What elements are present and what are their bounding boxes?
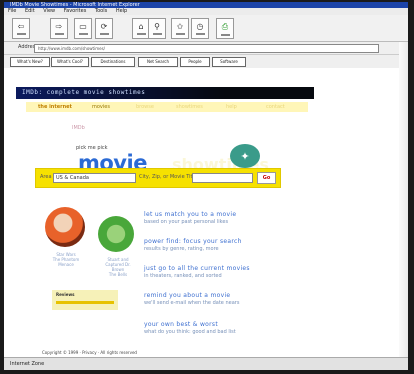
nav-showtimes[interactable]: showtimes <box>176 102 203 112</box>
promo-box[interactable]: Reviews <box>52 290 118 310</box>
area-label: Area <box>40 174 52 180</box>
menu-file[interactable]: File <box>8 8 16 14</box>
star-icon: ✩ <box>176 22 184 31</box>
link-destinations[interactable]: Destinations <box>91 57 135 67</box>
link-people[interactable]: People <box>180 57 210 67</box>
feature-heading[interactable]: your own best & worst <box>144 321 314 329</box>
link-whats-new[interactable]: What's New? <box>10 57 50 67</box>
featured-movie-image-1[interactable] <box>45 207 85 247</box>
site-logo[interactable]: IMDb <box>72 125 85 131</box>
search-icon: ⚲ <box>154 22 160 31</box>
featured-movie-caption-1[interactable]: Star Wars The Phantom Menace <box>48 252 84 267</box>
feature-best-worst[interactable]: your own best & worst what do you think:… <box>144 321 314 336</box>
feature-sub: results by genre, rating, more <box>144 246 219 252</box>
page-content: IMDb: complete movie showtimes the inter… <box>4 68 408 357</box>
refresh-button[interactable]: ⟳ <box>95 18 113 39</box>
link-software[interactable]: Software <box>212 57 246 67</box>
stop-button[interactable]: ▭ <box>74 18 92 39</box>
nav-browse[interactable]: browse <box>136 102 154 112</box>
print-icon: ⎙ <box>221 21 229 31</box>
back-arrow-icon: ⇦ <box>17 22 25 31</box>
scrollbar[interactable] <box>399 42 408 357</box>
refresh-icon: ⟳ <box>100 22 108 31</box>
site-banner: IMDb: complete movie showtimes <box>16 87 314 99</box>
feature-match[interactable]: let us match you to a movie based on you… <box>144 211 314 226</box>
favorites-button[interactable]: ✩ <box>171 18 189 39</box>
query-input[interactable] <box>192 173 253 183</box>
menu-help[interactable]: Help <box>116 8 127 14</box>
status-text: Internet Zone <box>10 361 45 367</box>
feature-sub: what do you think: good and bad list <box>144 329 236 335</box>
address-field[interactable]: http://www.imdb.com/showtimes/ <box>34 44 379 53</box>
feature-current-movies[interactable]: just go to all the current movies in the… <box>144 265 314 280</box>
link-whats-cool[interactable]: What's Cool? <box>51 57 89 67</box>
history-button[interactable]: ◷ <box>191 18 209 39</box>
go-button[interactable]: Go <box>257 172 276 184</box>
forward-button[interactable]: ⇨ <box>50 18 68 39</box>
showtime-search: Area US & Canada City, Zip, or Movie Tit… <box>35 168 281 188</box>
promo-bar <box>56 301 114 304</box>
feature-remind[interactable]: remind you about a movie we'll send e-ma… <box>144 292 314 307</box>
query-label: City, Zip, or Movie Title <box>139 174 197 180</box>
promo-title: Reviews <box>56 292 75 297</box>
nav-help[interactable]: help <box>226 102 237 112</box>
feature-heading[interactable]: remind you about a movie <box>144 292 314 300</box>
print-button[interactable]: ⎙ <box>216 18 234 39</box>
feature-power-find[interactable]: power find: focus your search results by… <box>144 238 314 253</box>
feature-heading[interactable]: power find: focus your search <box>144 238 314 246</box>
feature-sub: in theaters, ranked, and sorted <box>144 273 222 279</box>
featured-movie-image-2[interactable] <box>98 216 134 252</box>
menu-bar: File Edit View Favorites Tools Help <box>4 8 408 15</box>
feature-heading[interactable]: just go to all the current movies <box>144 265 314 273</box>
back-button[interactable]: ⇦ <box>12 18 30 39</box>
nav-movies[interactable]: movies <box>92 102 110 112</box>
status-bar: Internet Zone <box>4 357 408 370</box>
forward-arrow-icon: ⇨ <box>55 22 63 31</box>
feature-heading[interactable]: let us match you to a movie <box>144 211 314 219</box>
site-nav: the internet movies browse showtimes hel… <box>26 102 308 112</box>
home-icon: ⌂ <box>138 22 144 31</box>
link-net-search[interactable]: Net Search <box>138 57 178 67</box>
stop-icon: ▭ <box>79 22 87 31</box>
menu-edit[interactable]: Edit <box>25 8 35 14</box>
toolbar: ⇦ ⇨ ▭ ⟳ ⌂ ⚲ ✩ ◷ ⎙ <box>4 15 408 42</box>
menu-view[interactable]: View <box>43 8 55 14</box>
history-icon: ◷ <box>196 22 204 31</box>
area-select[interactable]: US & Canada <box>53 173 136 183</box>
nav-internet[interactable]: the internet <box>38 102 72 112</box>
search-button[interactable]: ⚲ <box>148 18 166 39</box>
menu-tools[interactable]: Tools <box>95 8 107 14</box>
featured-movie-caption-2[interactable]: Stuart and Captured Dr. Brown The Bells <box>100 257 136 277</box>
page-footer: Copyright © 1999 · Privacy · All rights … <box>42 350 137 355</box>
address-bar: Address http://www.imdb.com/showtimes/ <box>4 42 408 55</box>
menu-favorites[interactable]: Favorites <box>64 8 87 14</box>
feature-sub: we'll send e-mail when the date nears <box>144 300 240 306</box>
nav-contact[interactable]: contact <box>266 102 285 112</box>
feature-sub: based on your past personal likes <box>144 219 229 225</box>
browser-window: IMDb Movie Showtimes - Microsoft Interne… <box>4 2 408 370</box>
film-reel-icon: ✦ <box>230 144 260 168</box>
